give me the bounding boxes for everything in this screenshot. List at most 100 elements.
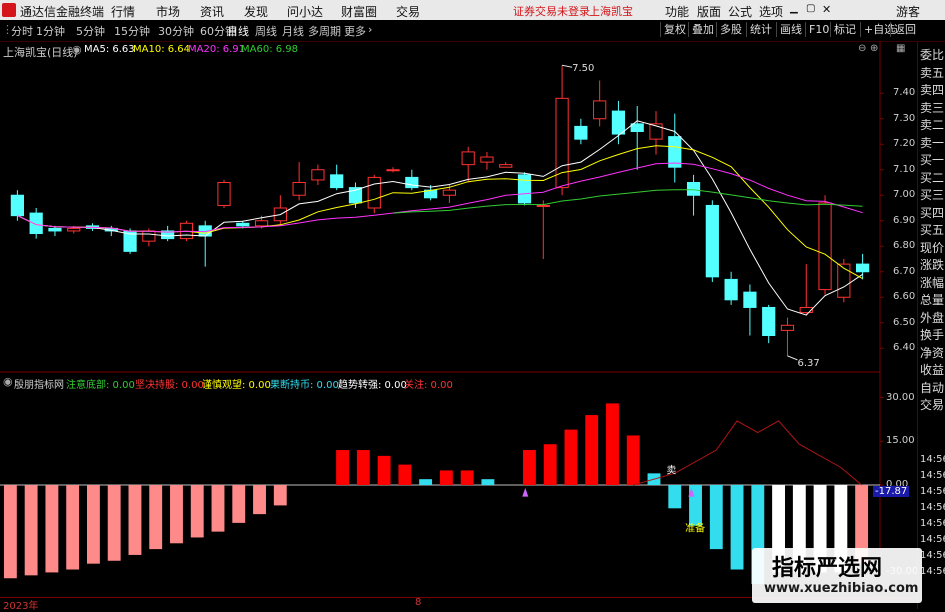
menu-bar: 通达信金融终端 行情 市场 资讯 发现 问小达 财富圈 交易 证券交易未登录 上… <box>0 0 945 21</box>
menu-item-gongshi[interactable]: 公式 <box>728 3 752 20</box>
tab-fenshi[interactable]: 分时 <box>11 23 33 39</box>
side-label-3[interactable]: 卖三 <box>920 99 944 116</box>
back-button[interactable]: 返回 <box>890 22 919 37</box>
candle-body-13 <box>254 220 269 227</box>
price-tick-9: 6.50 <box>893 316 916 328</box>
side-label-20[interactable]: 交易 <box>920 396 944 413</box>
side-label-15[interactable]: 外盘 <box>920 309 944 326</box>
tab-1min[interactable]: 1分钟 <box>36 23 65 39</box>
candle-body-26 <box>499 164 513 168</box>
menu-item-hangqing[interactable]: 行情 <box>111 3 135 20</box>
diejia-button[interactable]: 叠加 <box>688 22 717 37</box>
f10-button[interactable]: F10 <box>805 22 832 37</box>
menu-item-shichang[interactable]: 市场 <box>156 3 180 20</box>
indicator-bar-5 <box>107 485 121 561</box>
side-label-11[interactable]: 现价 <box>920 239 944 256</box>
indicator-bar-0 <box>3 485 17 579</box>
side-time-2: 14:56 <box>920 486 945 497</box>
tab-30min[interactable]: 30分钟 <box>158 23 194 39</box>
side-time-0: 14:56 <box>920 454 945 465</box>
menu-item-jiaoyi[interactable]: 交易 <box>396 3 420 20</box>
minimize-button[interactable]: ▁ <box>790 3 798 14</box>
indicator-guoduanchibi: 果断持币: 0.00 <box>270 380 339 391</box>
tab-yuexian[interactable]: 月线 <box>282 23 304 39</box>
indicator-bar-30 <box>626 435 640 485</box>
indicator-name: 殷朋指标网 <box>14 380 64 391</box>
side-label-10[interactable]: 买五 <box>920 221 944 238</box>
indicator-bar-2 <box>45 485 59 573</box>
candle-body-7 <box>142 230 156 242</box>
tongji-button[interactable]: 统计 <box>746 22 775 37</box>
candle-body-25 <box>480 156 494 163</box>
guest-label[interactable]: 游客 <box>896 3 920 20</box>
high-price-label: 7.50 <box>572 63 594 74</box>
fuquan-button[interactable]: 复权 <box>660 22 689 37</box>
price-tick-7: 6.70 <box>893 265 916 277</box>
indicator-bar-13 <box>273 485 287 506</box>
menu-item-zixun[interactable]: 资讯 <box>200 3 224 20</box>
side-label-8[interactable]: 买三 <box>920 186 944 203</box>
tab-5min[interactable]: 5分钟 <box>76 23 105 39</box>
price-tick-1: 7.30 <box>893 112 916 124</box>
side-label-17[interactable]: 净资 <box>920 344 944 361</box>
side-label-12[interactable]: 涨跌 <box>920 256 944 273</box>
indicator-bar-25 <box>522 450 536 485</box>
side-label-4[interactable]: 卖二 <box>920 116 944 133</box>
side-time-5: 14:56 <box>920 534 945 545</box>
login-warning[interactable]: 证券交易未登录 <box>513 3 590 19</box>
close-button[interactable]: ✕ <box>822 3 831 16</box>
side-label-18[interactable]: 收益 <box>920 361 944 378</box>
indicator-bar-7 <box>149 485 163 550</box>
indicator-bar-29 <box>606 403 619 485</box>
candle-body-3 <box>67 227 81 232</box>
indicator-tick-1: 15.00 <box>886 435 915 447</box>
more-chevron-icon[interactable]: › <box>368 23 372 36</box>
menu-item-gongneng[interactable]: 功能 <box>665 3 689 20</box>
biaoji-button[interactable]: 标记 <box>830 22 859 37</box>
side-label-9[interactable]: 买四 <box>920 204 944 221</box>
menu-item-caifuquan[interactable]: 财富圈 <box>341 3 377 20</box>
menu-item-xuanxiang[interactable]: 选项 <box>759 3 783 20</box>
side-time-1: 14:56 <box>920 470 945 481</box>
side-label-0[interactable]: 委比 <box>920 46 944 63</box>
indicator-bar-9 <box>190 485 204 538</box>
tab-duozhouqi[interactable]: 多周期 <box>308 23 341 39</box>
candle-body-17 <box>330 174 344 189</box>
tab-15min[interactable]: 15分钟 <box>114 23 150 39</box>
candle-body-19 <box>367 176 381 209</box>
side-label-5[interactable]: 卖一 <box>920 134 944 151</box>
maximize-button[interactable]: ▢ <box>806 3 815 14</box>
huaxian-button[interactable]: 画线 <box>776 22 805 37</box>
menu-item-faxian[interactable]: 发现 <box>244 3 268 20</box>
side-label-19[interactable]: 自动 <box>920 379 944 396</box>
side-label-2[interactable]: 卖四 <box>920 81 944 98</box>
side-label-14[interactable]: 总量 <box>920 291 944 308</box>
indicator-guanzhu: 关注: 0.00 <box>404 380 453 391</box>
tab-zhouxian[interactable]: 周线 <box>255 23 277 39</box>
candle-body-15 <box>292 182 306 196</box>
duogu-button[interactable]: 多股 <box>716 22 745 37</box>
candle-body-33 <box>630 123 644 132</box>
candle-body-31 <box>593 100 607 120</box>
candle-body-36 <box>686 182 701 196</box>
candle-body-1 <box>29 212 43 235</box>
indicator-settings-icon[interactable]: ◉ <box>3 375 13 388</box>
tab-rixian[interactable]: 日线 <box>227 23 249 39</box>
menu-item-wenxiaoda[interactable]: 问小达 <box>287 3 323 20</box>
side-label-16[interactable]: 换手 <box>920 326 944 343</box>
candle-body-20 <box>386 169 400 172</box>
price-chart[interactable]: 7.50 6.37 卖准备 <box>0 41 917 597</box>
side-label-7[interactable]: 买二 <box>920 169 944 186</box>
side-label-1[interactable]: 卖五 <box>920 64 944 81</box>
side-label-6[interactable]: 买一 <box>920 151 944 168</box>
indicator-bar-10 <box>211 485 225 532</box>
ma-line-MA60 <box>392 189 863 214</box>
menu-item-banmian[interactable]: 版面 <box>697 3 721 20</box>
price-tick-0: 7.40 <box>893 87 916 99</box>
side-label-13[interactable]: 涨幅 <box>920 274 944 291</box>
tab-gengduo[interactable]: 更多 <box>344 23 366 39</box>
price-tick-2: 7.20 <box>893 138 916 150</box>
candle-body-24 <box>461 151 475 166</box>
up-marker-1 <box>522 487 529 497</box>
indicator-bar-19 <box>398 464 412 485</box>
